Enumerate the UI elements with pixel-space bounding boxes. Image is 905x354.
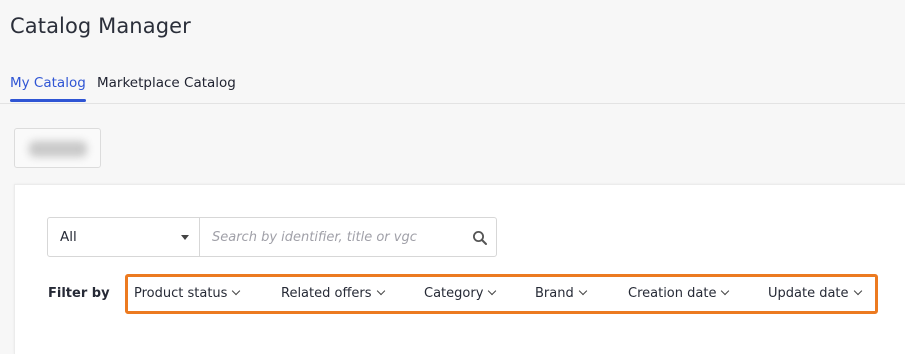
tab-bar: My Catalog Marketplace Catalog (0, 64, 905, 104)
filter-brand-label: Brand (535, 286, 574, 301)
filter-related-offers-label: Related offers (281, 286, 372, 301)
scope-select[interactable]: All (48, 218, 200, 256)
search-bar: All (47, 217, 497, 257)
filter-creation-date[interactable]: Creation date (628, 286, 730, 301)
filter-bar: Product status Related offers Category B… (125, 274, 878, 314)
chevron-down-icon (488, 286, 497, 296)
scope-select-value: All (60, 229, 77, 245)
chevron-down-icon (721, 286, 730, 296)
filter-category-label: Category (424, 286, 484, 301)
search-input[interactable] (201, 218, 471, 256)
page-title: Catalog Manager (10, 14, 191, 38)
filter-product-status-label: Product status (134, 286, 228, 301)
filter-update-date-label: Update date (768, 286, 849, 301)
chevron-down-icon (578, 286, 587, 296)
chevron-down-icon (376, 286, 385, 296)
filter-update-date[interactable]: Update date (768, 286, 862, 301)
search-icon[interactable] (472, 230, 488, 246)
chevron-down-icon (232, 286, 241, 296)
chevron-down-icon (853, 286, 862, 296)
filter-category[interactable]: Category (424, 286, 497, 301)
blurred-button[interactable] (14, 128, 101, 168)
filter-brand[interactable]: Brand (535, 286, 587, 301)
filter-creation-date-label: Creation date (628, 286, 717, 301)
filter-related-offers[interactable]: Related offers (281, 286, 385, 301)
catalog-card: All Filter by Product status Related off… (14, 184, 905, 354)
tab-my-catalog[interactable]: My Catalog (10, 75, 86, 102)
blurred-content (29, 141, 87, 157)
tab-marketplace-catalog[interactable]: Marketplace Catalog (97, 75, 236, 91)
filter-product-status[interactable]: Product status (134, 286, 241, 301)
filter-by-label: Filter by (48, 286, 110, 301)
caret-down-icon (181, 235, 189, 240)
